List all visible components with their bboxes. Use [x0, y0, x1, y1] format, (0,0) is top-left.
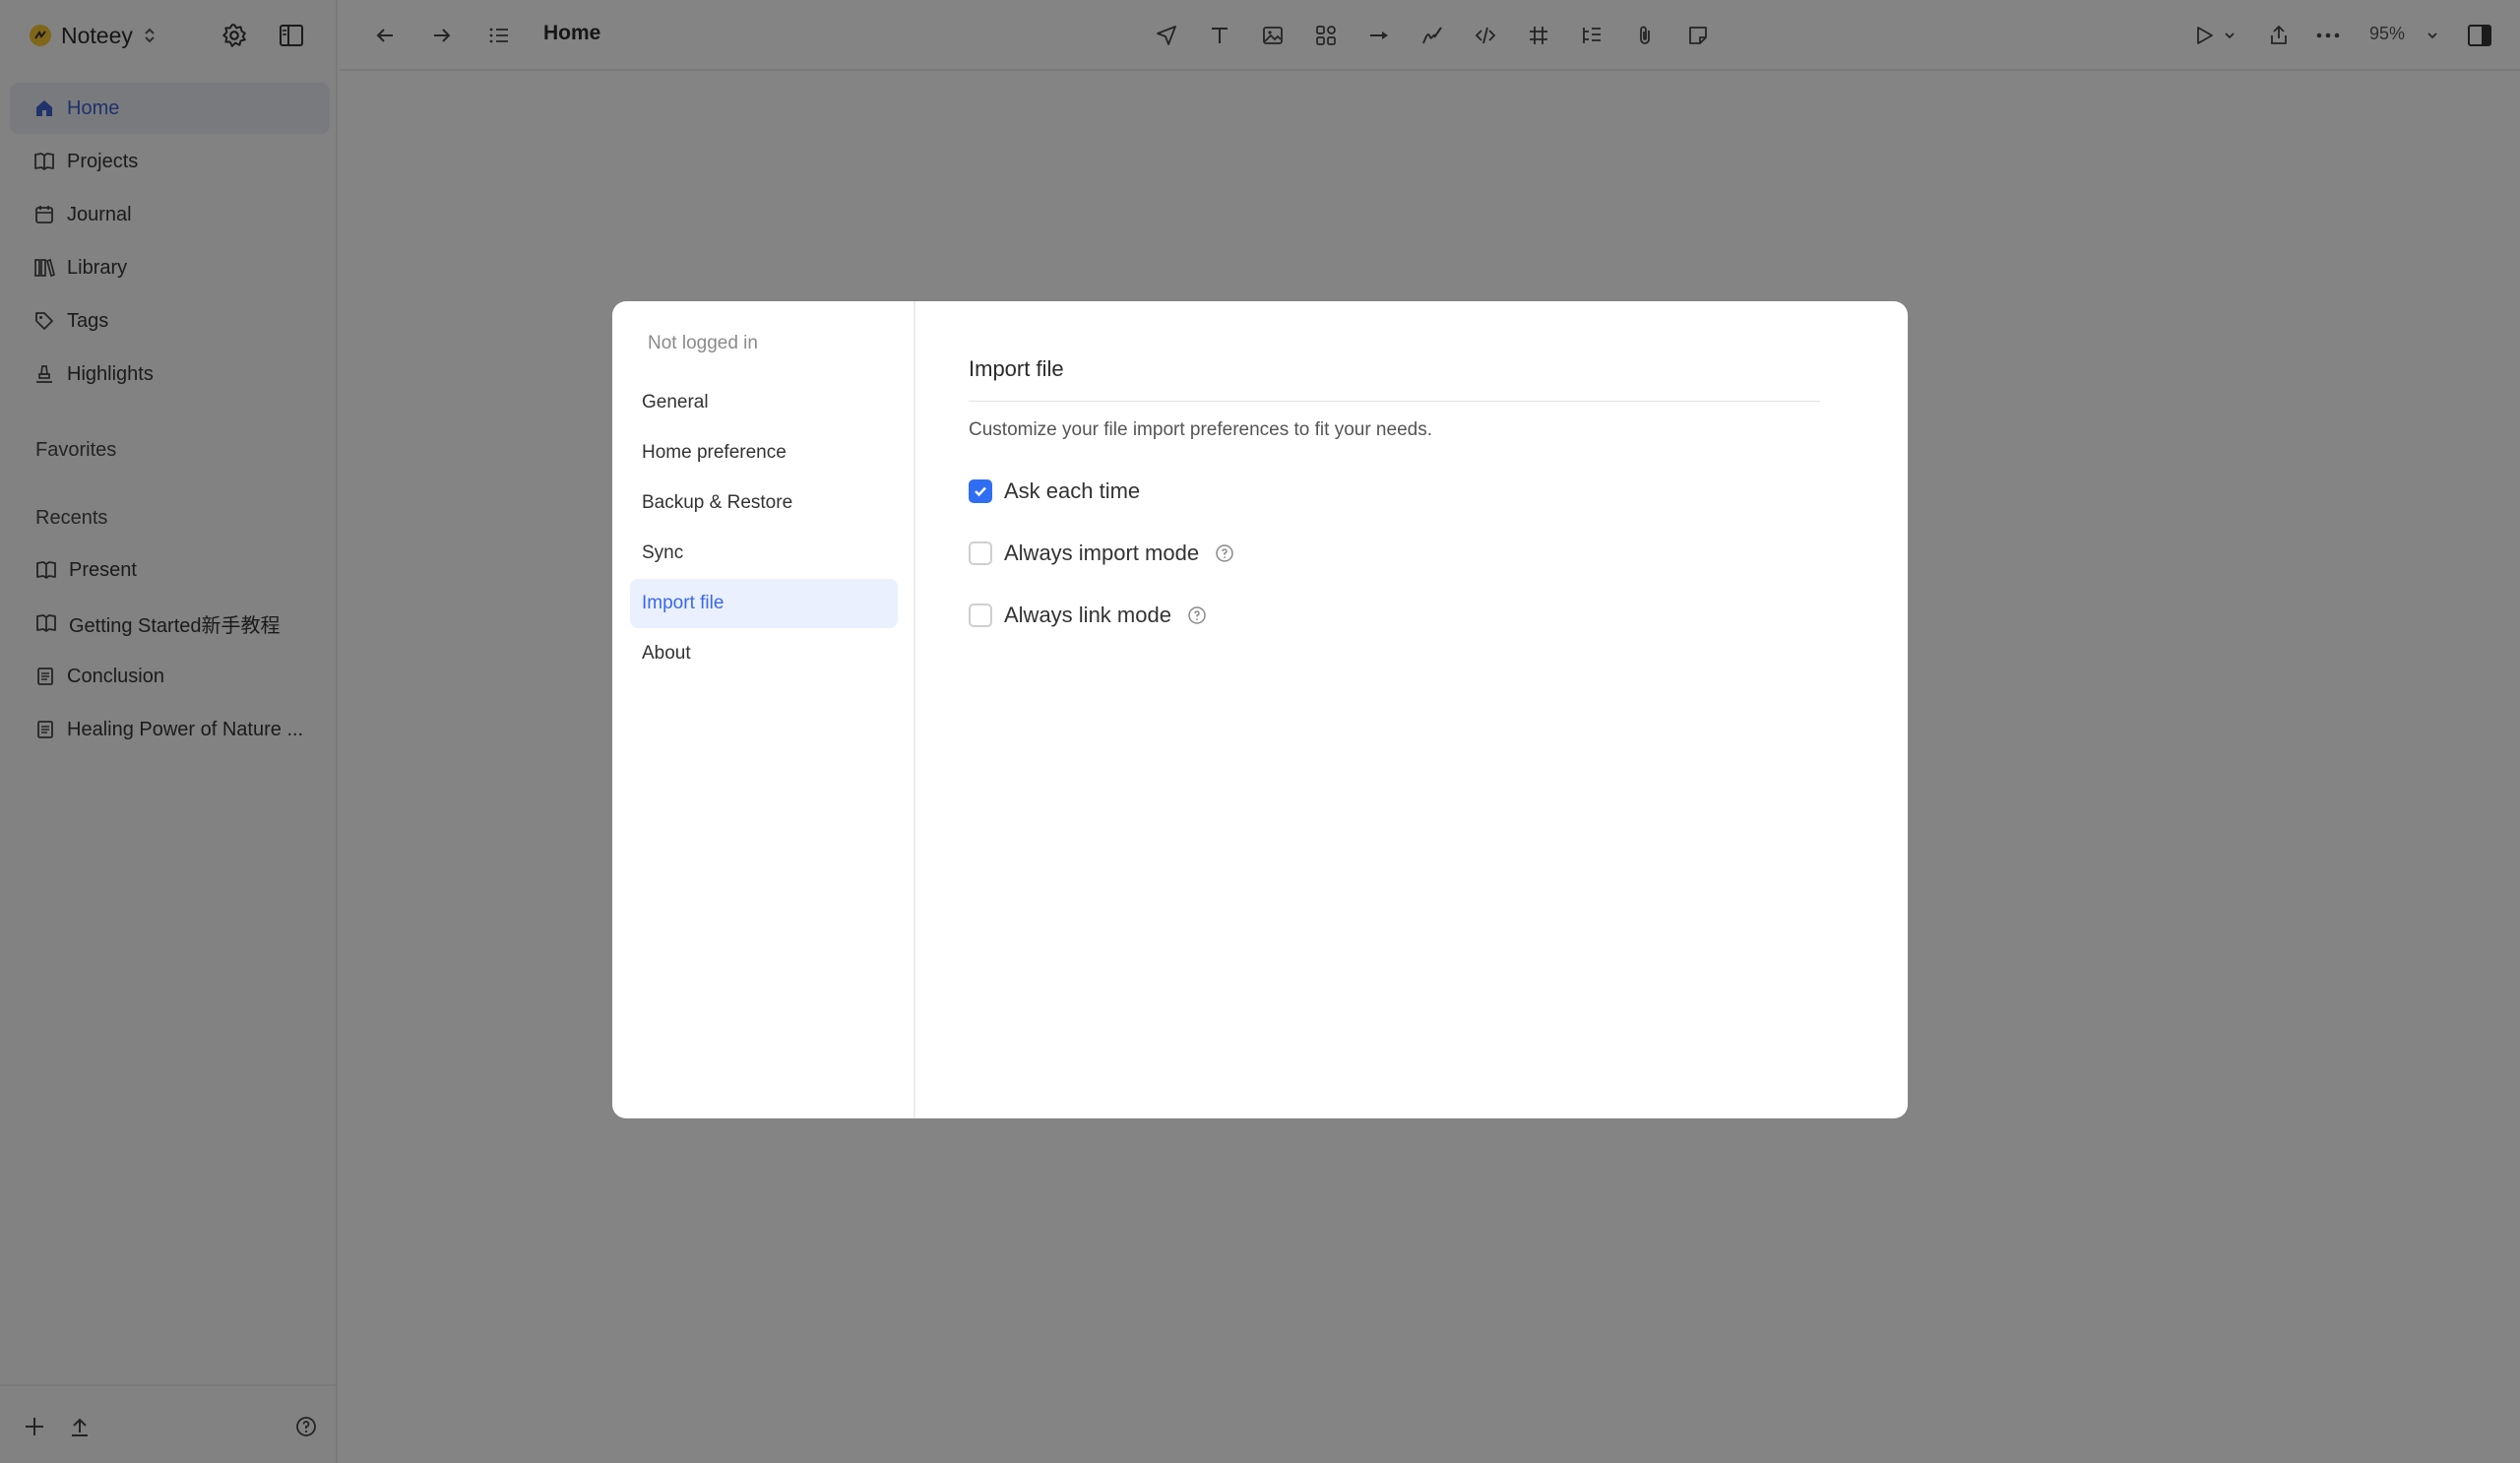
settings-tab-backup-restore[interactable]: Backup & Restore: [630, 478, 898, 528]
option-label: Ask each time: [1004, 478, 1141, 503]
option-always-import-mode[interactable]: Always import mode: [969, 537, 1234, 570]
settings-dialog: Not logged in General Home preference Ba…: [612, 301, 1908, 1118]
settings-tab-about[interactable]: About: [630, 629, 898, 678]
always-link-mode-checkbox[interactable]: [969, 604, 992, 627]
settings-tab-home-preference[interactable]: Home preference: [630, 428, 898, 477]
option-ask-each-time[interactable]: Ask each time: [969, 475, 1140, 508]
section-title: Import file: [969, 356, 1064, 381]
option-always-link-mode[interactable]: Always link mode: [969, 599, 1207, 632]
account-status[interactable]: Not logged in: [648, 333, 758, 354]
section-divider: [969, 401, 1820, 402]
help-circle-icon[interactable]: [1215, 543, 1234, 563]
settings-tab-import-file[interactable]: Import file: [630, 579, 898, 628]
section-description: Customize your file import preferences t…: [969, 419, 1432, 440]
settings-tab-sync[interactable]: Sync: [630, 529, 898, 578]
settings-content: Import file Customize your file import p…: [969, 301, 1855, 1118]
checkmark-icon: [975, 486, 986, 497]
option-label: Always import mode: [1004, 541, 1200, 565]
always-import-mode-checkbox[interactable]: [969, 541, 992, 565]
ask-each-time-checkbox[interactable]: [969, 479, 992, 503]
settings-tab-general[interactable]: General: [630, 378, 898, 427]
help-circle-icon[interactable]: [1187, 605, 1207, 625]
settings-nav: General Home preference Backup & Restore…: [630, 378, 898, 679]
option-label: Always link mode: [1004, 603, 1171, 627]
settings-sidebar: Not logged in General Home preference Ba…: [612, 301, 915, 1118]
